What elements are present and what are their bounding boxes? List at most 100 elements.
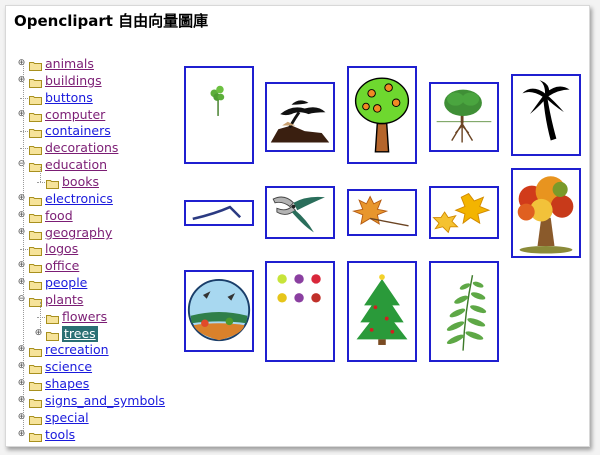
thumb-small-sapling[interactable] — [184, 66, 254, 164]
tree-node-buttons[interactable]: buttons — [6, 90, 176, 106]
folder-icon — [29, 413, 42, 425]
tree-node-signs-and-symbols[interactable]: ⊕ signs_and_symbols — [6, 393, 176, 409]
folder-icon — [29, 93, 42, 105]
expand-icon[interactable]: ⊕ — [17, 194, 26, 204]
folder-icon — [29, 379, 42, 391]
folder-icon — [29, 194, 42, 206]
tree-node-label[interactable]: containers — [45, 123, 111, 139]
maple-leaf-icon — [352, 195, 409, 227]
tree-node-geography[interactable]: ⊕ geography — [6, 225, 176, 241]
tree-node-shapes[interactable]: ⊕ shapes — [6, 376, 176, 392]
tree-node-label[interactable]: books — [62, 174, 99, 190]
thumb-maple-leaf[interactable] — [347, 189, 417, 236]
folder-icon — [29, 345, 42, 357]
tree-node-decorations[interactable]: decorations — [6, 140, 176, 156]
thumb-park-scene[interactable] — [184, 270, 254, 352]
tree-node-trees[interactable]: ⊕ trees — [6, 326, 176, 342]
tree-node-label[interactable]: plants — [45, 292, 83, 308]
expand-icon[interactable]: ⊕ — [17, 211, 26, 221]
thumb-bonsai-on-rock[interactable] — [265, 82, 335, 152]
tree-node-office[interactable]: ⊕ office — [6, 258, 176, 274]
folder-icon — [29, 228, 42, 240]
thumb-autumn-leaves[interactable] — [429, 186, 499, 239]
fruit-tree-icon — [354, 77, 410, 153]
expand-icon[interactable]: ⊕ — [17, 413, 26, 423]
folder-icon — [29, 362, 42, 374]
tree-node-label[interactable]: education — [45, 157, 107, 173]
tree-node-label[interactable]: office — [45, 258, 79, 274]
tree-node-science[interactable]: ⊕ science — [6, 359, 176, 375]
tree-node-education[interactable]: ⊖ education — [6, 157, 176, 173]
expand-icon[interactable]: ⊕ — [34, 329, 43, 339]
folder-icon — [29, 76, 42, 88]
tree-node-people[interactable]: ⊕ people — [6, 275, 176, 291]
tree-node-label[interactable]: animals — [45, 56, 94, 72]
tree-node-label[interactable]: decorations — [45, 140, 118, 156]
expand-icon[interactable]: ⊕ — [17, 278, 26, 288]
tree-node-label[interactable]: special — [45, 410, 89, 426]
folder-icon — [29, 59, 42, 71]
tree-node-label[interactable]: electronics — [45, 191, 113, 207]
folder-icon — [29, 278, 42, 290]
tree-node-books[interactable]: books — [6, 174, 176, 190]
sapling-icon — [210, 85, 225, 116]
tree-node-label[interactable]: tools — [45, 427, 75, 443]
tree-node-label[interactable]: logos — [45, 241, 78, 257]
tree-node-plants[interactable]: ⊖ plants — [6, 292, 176, 308]
folder-icon — [29, 261, 42, 273]
tree-node-electronics[interactable]: ⊕ electronics — [6, 191, 176, 207]
tree-node-label[interactable]: signs_and_symbols — [45, 393, 165, 409]
expand-icon[interactable]: ⊕ — [17, 110, 26, 120]
folder-icon — [46, 329, 59, 341]
tree-node-buildings[interactable]: ⊕ buildings — [6, 73, 176, 89]
tree-node-logos[interactable]: logos — [6, 241, 176, 257]
folder-icon — [29, 396, 42, 408]
tree-node-label[interactable]: flowers — [62, 309, 107, 325]
tree-node-label[interactable]: science — [45, 359, 92, 375]
tree-node-animals[interactable]: ⊕ animals — [6, 56, 176, 72]
tree-node-label[interactable]: geography — [45, 225, 112, 241]
expand-icon[interactable]: ⊕ — [17, 396, 26, 406]
tree-node-label[interactable]: recreation — [45, 342, 109, 358]
thumb-christmas-tree[interactable] — [347, 261, 417, 362]
tree-node-label[interactable]: buttons — [45, 90, 93, 106]
branch-icon — [192, 205, 242, 221]
tree-node-label[interactable]: people — [45, 275, 87, 291]
expand-icon[interactable]: ⊕ — [17, 76, 26, 86]
tree-node-label[interactable]: food — [45, 208, 73, 224]
expand-icon[interactable]: ⊕ — [17, 430, 26, 440]
expand-icon[interactable]: ⊕ — [17, 345, 26, 355]
expand-icon[interactable]: ⊕ — [17, 228, 26, 238]
folder-icon — [46, 177, 59, 189]
expand-icon[interactable]: ⊕ — [17, 59, 26, 69]
pruning-shears-icon — [272, 196, 325, 233]
expand-icon[interactable]: ⊕ — [17, 362, 26, 372]
expand-icon[interactable]: ⊕ — [17, 261, 26, 271]
thumb-branch[interactable] — [184, 200, 254, 226]
thumb-autumn-tree[interactable] — [511, 168, 581, 258]
tree-connector — [23, 64, 24, 435]
thumb-tree-with-roots[interactable] — [429, 82, 499, 152]
bonsai-silhouette-icon — [270, 100, 330, 143]
tree-node-computer[interactable]: ⊕ computer — [6, 107, 176, 123]
thumb-fruit-tree[interactable] — [347, 66, 417, 164]
collapse-icon[interactable]: ⊖ — [17, 160, 26, 170]
collapse-icon[interactable]: ⊖ — [17, 295, 26, 305]
tree-node-special[interactable]: ⊕ special — [6, 410, 176, 426]
tree-node-label[interactable]: computer — [45, 107, 105, 123]
thumb-pruning-shears[interactable] — [265, 186, 335, 239]
tree-node-tools[interactable]: ⊕ tools — [6, 427, 176, 443]
ornament-balls-icon — [277, 274, 321, 303]
expand-icon[interactable]: ⊕ — [17, 379, 26, 389]
tree-node-recreation[interactable]: ⊕ recreation — [6, 342, 176, 358]
tree-node-label[interactable]: trees — [62, 326, 98, 342]
tree-node-flowers[interactable]: flowers — [6, 309, 176, 325]
tree-node-food[interactable]: ⊕ food — [6, 208, 176, 224]
tree-node-label[interactable]: shapes — [45, 376, 89, 392]
thumb-fern-leaf[interactable] — [429, 261, 499, 362]
tree-node-containers[interactable]: containers — [6, 123, 176, 139]
thumb-palm-tree[interactable] — [511, 74, 581, 156]
tree-node-label[interactable]: buildings — [45, 73, 102, 89]
autumn-leaves-icon — [432, 192, 491, 234]
thumb-ornament-balls[interactable] — [265, 261, 335, 362]
